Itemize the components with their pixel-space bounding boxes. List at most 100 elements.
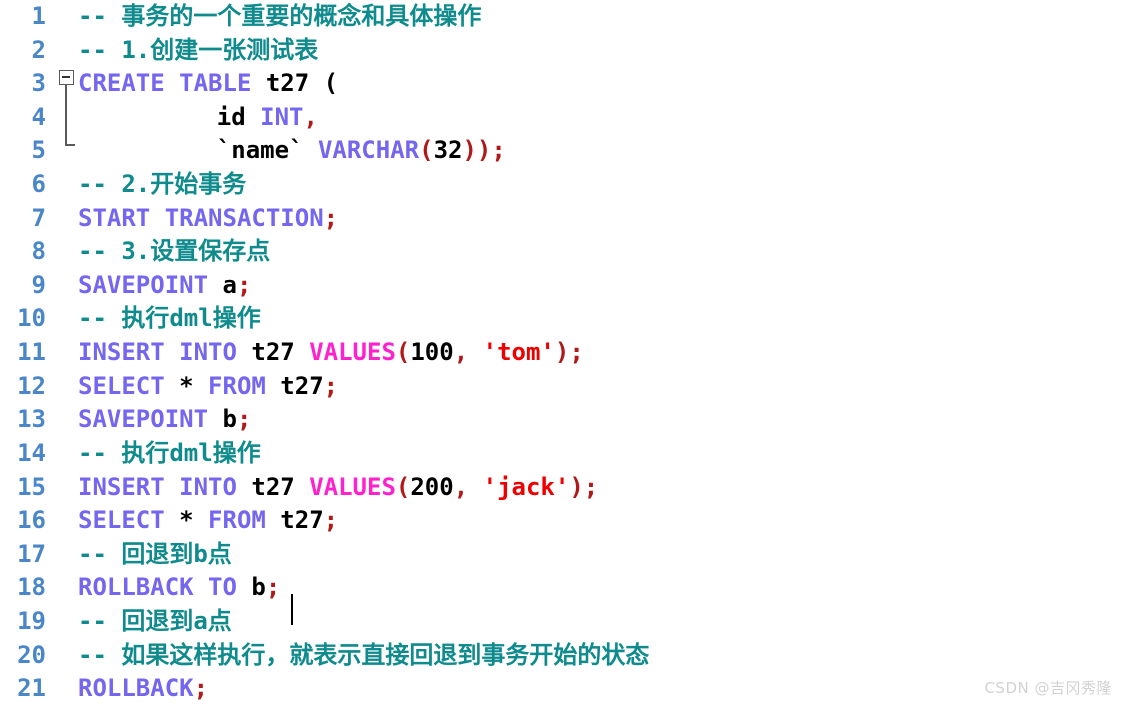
token-op: * xyxy=(179,371,194,400)
code-line[interactable]: 6 -- 2.开始事务 xyxy=(0,168,1126,202)
token-id: id xyxy=(216,102,261,131)
token-punc: ; xyxy=(265,573,281,602)
line-number: 15 xyxy=(17,472,46,501)
token-cmt: -- 3.设置保存点 xyxy=(78,237,271,266)
code-editor[interactable]: 1 -- 事务的一个重要的概念和具体操作 2 -- 1.创建一张测试表 3 CREATE … xyxy=(0,0,1126,706)
fold-collapse-icon[interactable] xyxy=(59,70,74,85)
code-line[interactable]: 2 -- 1.创建一张测试表 xyxy=(0,34,1126,68)
token-cmt: -- 事务的一个重要的概念和具体操作 xyxy=(78,2,482,30)
code-line[interactable]: 7 START TRANSACTION; xyxy=(0,202,1126,236)
code-text[interactable]: SAVEPOINT b; xyxy=(78,403,251,437)
code-line[interactable]: 16 SELECT * FROM t27; xyxy=(0,504,1126,538)
token-punc: ( xyxy=(395,338,411,367)
token-punc: ; xyxy=(236,270,252,299)
token-kw: FROM xyxy=(193,371,266,400)
code-text[interactable]: INSERT INTO t27 VALUES(200, 'jack'); xyxy=(78,471,598,505)
token-kw: INT xyxy=(260,102,304,131)
token-num: 100 xyxy=(410,338,454,367)
line-number: 19 xyxy=(17,606,46,635)
token-kw: FROM xyxy=(193,506,266,535)
token-punc: ); xyxy=(569,472,599,501)
code-text[interactable]: -- 回退到a点 xyxy=(78,605,232,639)
code-line[interactable]: 13 SAVEPOINT b; xyxy=(0,403,1126,437)
code-text[interactable]: SELECT * FROM t27; xyxy=(78,370,338,404)
code-text[interactable]: SAVEPOINT a; xyxy=(78,269,251,303)
code-text[interactable]: -- 回退到b点 xyxy=(78,538,232,572)
code-text[interactable]: -- 事务的一个重要的概念和具体操作 xyxy=(78,0,481,34)
line-number: 18 xyxy=(17,573,46,602)
line-number: 10 xyxy=(17,304,46,333)
code-line[interactable]: 4 id INT, xyxy=(0,101,1126,135)
line-number: 11 xyxy=(17,338,46,367)
editor-lines[interactable]: 1 -- 事务的一个重要的概念和具体操作 2 -- 1.创建一张测试表 3 CREATE … xyxy=(0,0,1126,706)
code-line[interactable]: 14 -- 执行dml操作 xyxy=(0,437,1126,471)
line-number: 21 xyxy=(17,674,46,703)
code-text[interactable]: -- 执行dml操作 xyxy=(78,302,261,336)
code-text[interactable]: CREATE TABLE t27 ( xyxy=(78,67,338,101)
token-id: b xyxy=(236,573,266,602)
code-line[interactable]: 5 `name` VARCHAR(32)); xyxy=(0,134,1126,168)
code-text[interactable]: ROLLBACK; xyxy=(78,672,208,706)
code-text[interactable]: -- 如果这样执行，就表示直接回退到事务开始的状态 xyxy=(78,639,649,673)
code-line[interactable]: 10 -- 执行dml操作 xyxy=(0,302,1126,336)
token-kw: VARCHAR xyxy=(317,136,420,165)
line-number: 6 xyxy=(31,170,46,199)
code-line[interactable]: 1 -- 事务的一个重要的概念和具体操作 xyxy=(0,0,1126,34)
token-kw: CREATE TABLE xyxy=(78,69,252,98)
line-number: 4 xyxy=(31,102,46,131)
code-line[interactable]: 17 -- 回退到b点 xyxy=(0,538,1126,572)
code-text[interactable]: -- 2.开始事务 xyxy=(78,168,246,202)
code-text[interactable]: `name` VARCHAR(32)); xyxy=(217,134,506,168)
code-line[interactable]: 15 INSERT INTO t27 VALUES(200, 'jack'); xyxy=(0,471,1126,505)
token-fn: VALUES xyxy=(309,338,396,367)
code-line[interactable]: 8 -- 3.设置保存点 xyxy=(0,235,1126,269)
token-kw: START TRANSACTION xyxy=(78,203,324,232)
line-number: 16 xyxy=(17,506,46,535)
code-text[interactable]: SELECT * FROM t27; xyxy=(78,504,338,538)
token-id: t27 ( xyxy=(251,69,339,98)
token-id: a xyxy=(208,270,237,299)
token-num: 200 xyxy=(410,472,454,501)
code-line[interactable]: 20 -- 如果这样执行，就表示直接回退到事务开始的状态 xyxy=(0,639,1126,673)
token-cmt: -- 回退到b点 xyxy=(78,539,232,568)
text-caret xyxy=(291,594,293,625)
token-kw: SELECT xyxy=(78,506,180,535)
code-text[interactable]: -- 1.创建一张测试表 xyxy=(78,34,318,68)
line-number: 2 xyxy=(31,35,46,64)
line-number: 5 xyxy=(31,136,46,165)
token-cmt: -- 1.创建一张测试表 xyxy=(78,35,319,64)
token-punc: , xyxy=(303,102,318,131)
token-id: t27 xyxy=(265,371,324,400)
token-kw: SAVEPOINT xyxy=(78,405,209,434)
token-cmt: -- 如果这样执行，就表示直接回退到事务开始的状态 xyxy=(78,640,650,669)
code-line[interactable]: 3 CREATE TABLE t27 ( xyxy=(0,67,1126,101)
code-text[interactable]: INSERT INTO t27 VALUES(100, 'tom'); xyxy=(78,336,584,370)
code-text[interactable]: -- 3.设置保存点 xyxy=(78,235,270,269)
code-line[interactable]: 9 SAVEPOINT a; xyxy=(0,269,1126,303)
line-number: 3 xyxy=(31,69,46,98)
token-punc: ; xyxy=(323,203,339,232)
code-text[interactable]: -- 执行dml操作 xyxy=(78,437,261,471)
code-text[interactable]: START TRANSACTION; xyxy=(78,202,338,236)
token-punc: ; xyxy=(323,506,339,535)
token-punc: ( xyxy=(419,136,434,165)
code-line[interactable]: 12 SELECT * FROM t27; xyxy=(0,370,1126,404)
line-number: 1 xyxy=(31,2,46,30)
code-text[interactable]: ROLLBACK TO b; xyxy=(78,571,280,605)
line-number: 17 xyxy=(17,539,46,568)
line-number: 8 xyxy=(31,237,46,266)
code-line[interactable]: 11 INSERT INTO t27 VALUES(100, 'tom'); xyxy=(0,336,1126,370)
token-punc: ( xyxy=(395,472,411,501)
token-kw: ROLLBACK TO xyxy=(78,573,237,602)
token-punc: ; xyxy=(323,371,339,400)
line-number: 12 xyxy=(17,371,46,400)
token-punc: )); xyxy=(462,136,506,165)
token-punc: ; xyxy=(236,405,252,434)
code-line[interactable]: 19 -- 回退到a点 xyxy=(0,605,1126,639)
code-line[interactable]: 18 ROLLBACK TO b; xyxy=(0,571,1126,605)
line-number: 14 xyxy=(17,438,46,467)
code-line[interactable]: 21 ROLLBACK; xyxy=(0,672,1126,706)
token-id: `name` xyxy=(216,136,318,165)
code-text[interactable]: id INT, xyxy=(217,101,318,135)
token-punc: , xyxy=(453,472,483,501)
